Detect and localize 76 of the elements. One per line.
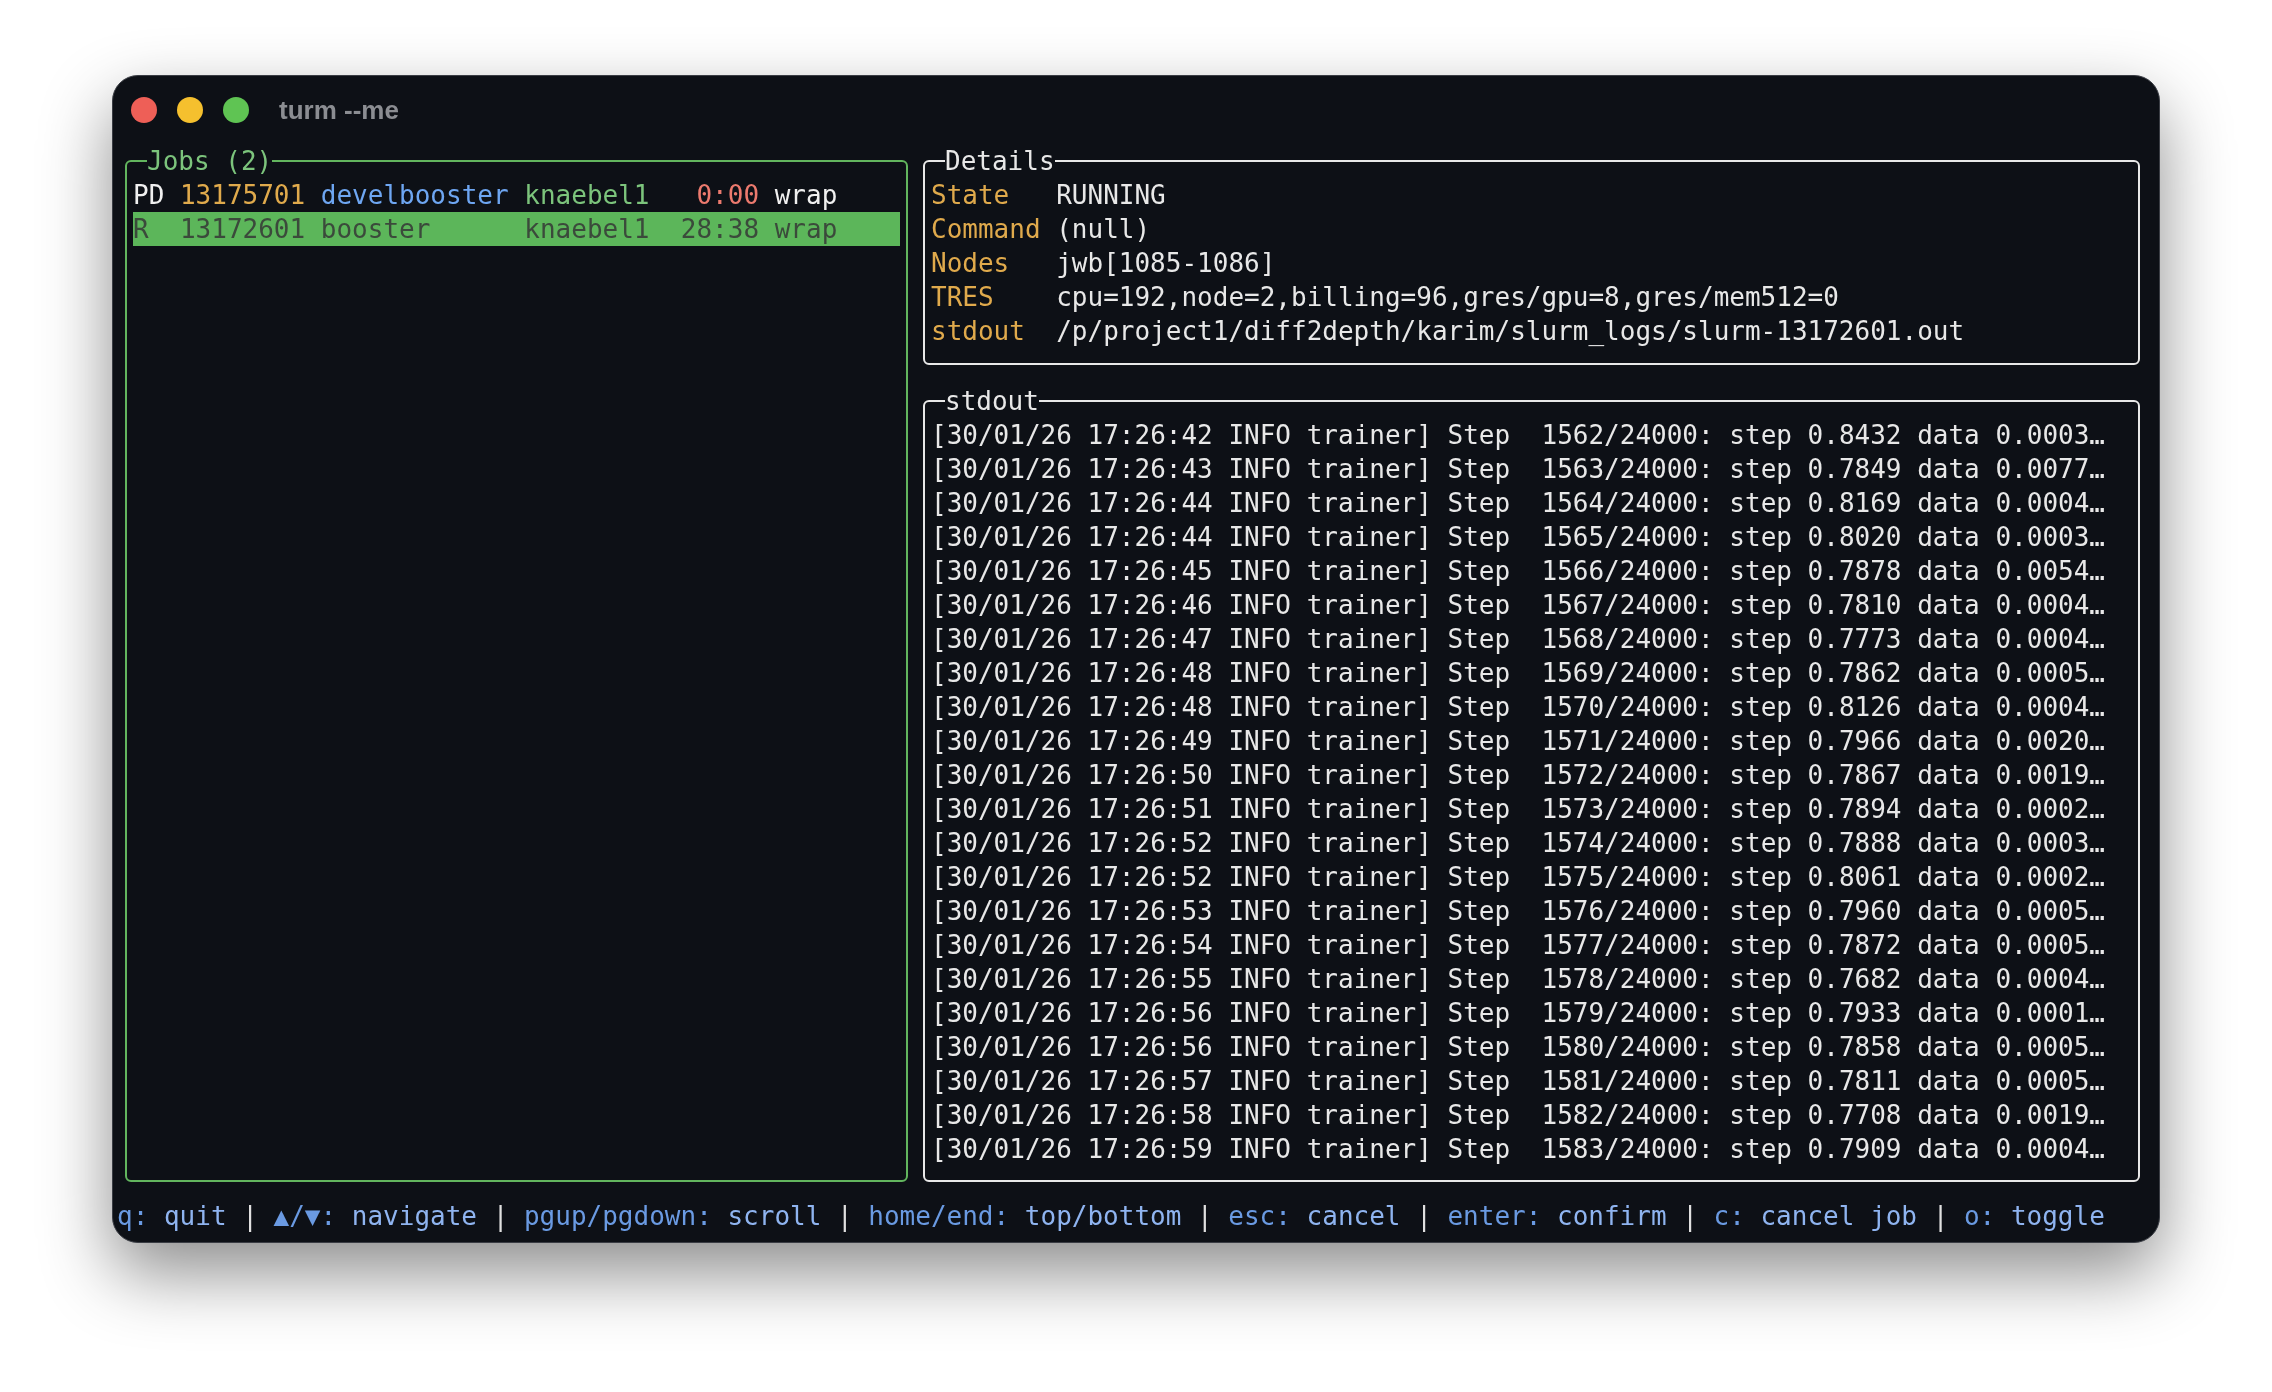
- log-line: [30/01/26 17:26:46 INFO trainer] Step 1567/24000: step 0.7810 data 0.0004…: [931, 589, 2106, 622]
- separator: |: [1932, 1201, 1949, 1231]
- job-id: 13175701: [179, 179, 306, 212]
- field-value: /p/project1/diff2depth/karim/slurm_logs/slurm-13172601.out: [1056, 315, 1966, 348]
- field-value: RUNNING: [1056, 179, 1167, 212]
- log-line: [30/01/26 17:26:49 INFO trainer] Step 1571/24000: step 0.7966 data 0.0020…: [931, 725, 2106, 758]
- window-title: turm --me: [279, 94, 399, 127]
- field-label: stdout: [931, 315, 1026, 348]
- log-line: [30/01/26 17:26:50 INFO trainer] Step 1572/24000: step 0.7867 data 0.0019…: [931, 759, 2106, 792]
- field-value: jwb[1085-1086]: [1056, 247, 1277, 280]
- field-label: TRES: [931, 281, 995, 314]
- close-button[interactable]: [131, 97, 157, 123]
- job-row[interactable]: PD 13175701 develbooster knaebel1 0:00 wrap: [133, 178, 900, 212]
- field-label: State: [931, 179, 1011, 212]
- shortcut-action: navigate: [351, 1200, 477, 1233]
- shortcut-key: ▲/▼:: [273, 1199, 337, 1233]
- shortcut-action: cancel: [1306, 1200, 1401, 1233]
- log-line: [30/01/26 17:26:56 INFO trainer] Step 1579/24000: step 0.7933 data 0.0001…: [931, 997, 2106, 1030]
- job-name: develbooster: [320, 179, 509, 212]
- shortcut-action: scroll: [727, 1200, 822, 1233]
- panel-title: stdout: [945, 385, 1039, 418]
- job-user: knaebel1: [524, 179, 651, 212]
- log-line: [30/01/26 17:26:48 INFO trainer] Step 1569/24000: step 0.7862 data 0.0005…: [931, 657, 2106, 690]
- log-line: [30/01/26 17:26:58 INFO trainer] Step 1582/24000: step 0.7708 data 0.0019…: [931, 1099, 2106, 1132]
- log-line: [30/01/26 17:26:51 INFO trainer] Step 1573/24000: step 0.7894 data 0.0002…: [931, 793, 2106, 826]
- separator: |: [1682, 1201, 1698, 1231]
- separator: |: [492, 1201, 509, 1231]
- shortcut-action: confirm: [1557, 1200, 1667, 1233]
- job-name: booster: [320, 213, 432, 246]
- shortcut-key: q:: [117, 1199, 149, 1233]
- log-line: [30/01/26 17:26:55 INFO trainer] Step 1578/24000: step 0.7682 data 0.0004…: [931, 963, 2106, 996]
- separator: |: [837, 1201, 853, 1231]
- shortcut-action: cancel job: [1760, 1200, 1917, 1233]
- job-id: 13172601: [179, 213, 306, 246]
- job-state: R: [133, 213, 150, 246]
- log-line: [30/01/26 17:26:45 INFO trainer] Step 1566/24000: step 0.7878 data 0.0054…: [931, 555, 2106, 588]
- shortcut-key: esc:: [1228, 1199, 1291, 1233]
- minimize-button[interactable]: [177, 97, 203, 123]
- log-line: [30/01/26 17:26:54 INFO trainer] Step 1577/24000: step 0.7872 data 0.0005…: [931, 929, 2106, 962]
- shortcut-key: c:: [1713, 1199, 1745, 1233]
- shortcut-action: top/bottom: [1024, 1200, 1182, 1233]
- job-partition: wrap: [774, 213, 839, 246]
- shortcut-key: enter:: [1447, 1199, 1542, 1233]
- separator: |: [242, 1201, 258, 1231]
- log-line: [30/01/26 17:26:52 INFO trainer] Step 1575/24000: step 0.8061 data 0.0002…: [931, 861, 2106, 894]
- field-label: Command: [931, 213, 1041, 246]
- job-time: 28:38: [680, 213, 760, 246]
- field-label: Nodes: [931, 247, 1011, 280]
- maximize-button[interactable]: [223, 97, 249, 123]
- log-line: [30/01/26 17:26:47 INFO trainer] Step 1568/24000: step 0.7773 data 0.0004…: [931, 623, 2106, 656]
- log-line: [30/01/26 17:26:59 INFO trainer] Step 1583/24000: step 0.7909 data 0.0004…: [931, 1133, 2106, 1166]
- log-line: [30/01/26 17:26:44 INFO trainer] Step 1565/24000: step 0.8020 data 0.0003…: [931, 521, 2106, 554]
- shortcut-action: toggle: [2010, 1200, 2105, 1233]
- panel-title: Jobs (2): [147, 145, 273, 178]
- log-line: [30/01/26 17:26:52 INFO trainer] Step 1574/24000: step 0.7888 data 0.0003…: [931, 827, 2106, 860]
- shortcut-key: home/end:: [868, 1199, 1010, 1233]
- field-value: cpu=192,node=2,billing=96,gres/gpu=8,gres/mem512=0: [1056, 281, 1840, 314]
- job-time: 0:00: [695, 179, 760, 212]
- shortcut-action: quit: [163, 1200, 227, 1233]
- log-line: [30/01/26 17:26:43 INFO trainer] Step 1563/24000: step 0.7849 data 0.0077…: [931, 453, 2106, 486]
- log-line: [30/01/26 17:26:44 INFO trainer] Step 1564/24000: step 0.8169 data 0.0004…: [931, 487, 2106, 520]
- job-state: PD: [133, 179, 165, 212]
- shortcut-key: pgup/pgdown:: [523, 1199, 712, 1233]
- log-line: [30/01/26 17:26:57 INFO trainer] Step 1581/24000: step 0.7811 data 0.0005…: [931, 1065, 2106, 1098]
- separator: |: [1197, 1201, 1213, 1231]
- job-partition: wrap: [774, 179, 839, 212]
- log-line: [30/01/26 17:26:48 INFO trainer] Step 1570/24000: step 0.8126 data 0.0004…: [931, 691, 2106, 724]
- shortcut-key: o:: [1963, 1199, 1996, 1233]
- separator: |: [1416, 1201, 1432, 1231]
- log-line: [30/01/26 17:26:53 INFO trainer] Step 1576/24000: step 0.7960 data 0.0005…: [931, 895, 2106, 928]
- job-user: knaebel1: [524, 213, 651, 246]
- job-row[interactable]: R 13172601 booster knaebel1 28:38 wrap: [133, 212, 900, 246]
- log-line: [30/01/26 17:26:42 INFO trainer] Step 1562/24000: step 0.8432 data 0.0003…: [931, 419, 2106, 452]
- log-line: [30/01/26 17:26:56 INFO trainer] Step 1580/24000: step 0.7858 data 0.0005…: [931, 1031, 2106, 1064]
- panel-title: Details: [945, 145, 1055, 178]
- field-value: (null): [1056, 213, 1152, 246]
